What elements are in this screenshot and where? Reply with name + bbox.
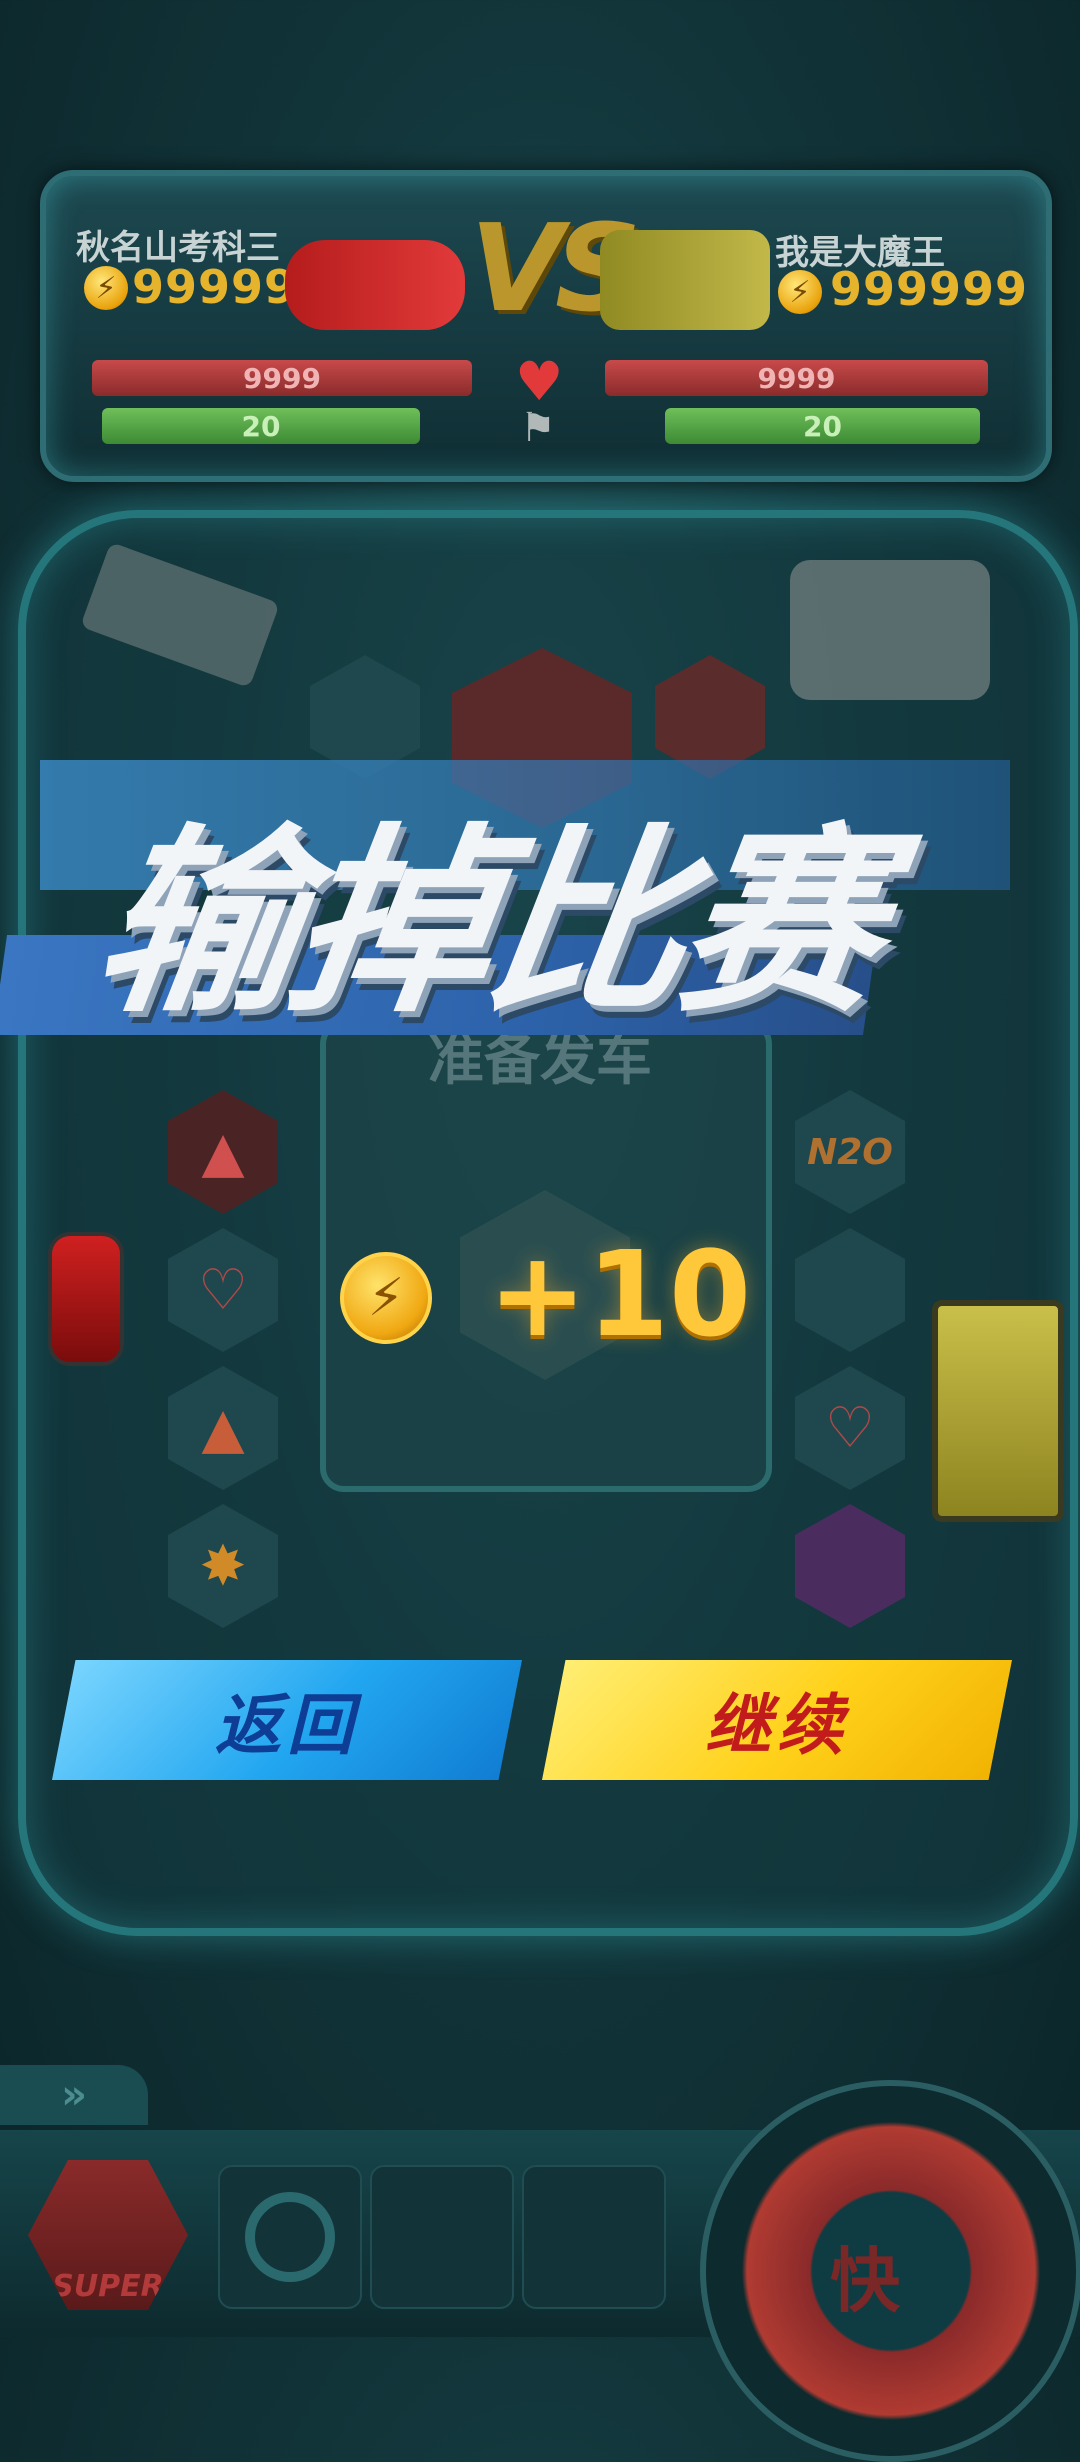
right-coin-icon: ⚡: [778, 270, 822, 314]
tire-icon: [245, 2192, 335, 2282]
right-hp-bar: 9999: [605, 360, 988, 396]
left-player-car-icon: [285, 240, 465, 330]
left-hp-bar: 9999: [92, 360, 472, 396]
left-energy-bar: 20: [102, 408, 420, 444]
item-slot-3[interactable]: [522, 2165, 666, 2309]
right-player-coins: 999999: [830, 262, 1029, 316]
lose-match-title: 输掉比赛: [83, 807, 892, 1040]
continue-button[interactable]: 继续: [542, 1660, 1012, 1780]
right-claw-arm-icon: [790, 560, 990, 700]
reward-amount: +10: [488, 1225, 752, 1363]
reward-coin-icon: ⚡: [340, 1252, 432, 1344]
back-button[interactable]: 返回: [52, 1660, 522, 1780]
right-player-tank-icon: [600, 230, 770, 330]
chevrons-right-icon[interactable]: »: [0, 2065, 148, 2125]
right-energy-bar: 20: [665, 408, 980, 444]
item-slot-1[interactable]: [218, 2165, 362, 2309]
left-coin-icon: ⚡: [84, 266, 128, 310]
opponent-tank-icon: [932, 1300, 1064, 1522]
player-car-icon: [48, 1232, 124, 1366]
heart-icon: ♥: [515, 350, 564, 413]
item-slot-2[interactable]: [370, 2165, 514, 2309]
speed-label: 快: [830, 2240, 900, 2322]
checkered-flag-icon: ⚑: [520, 405, 556, 451]
